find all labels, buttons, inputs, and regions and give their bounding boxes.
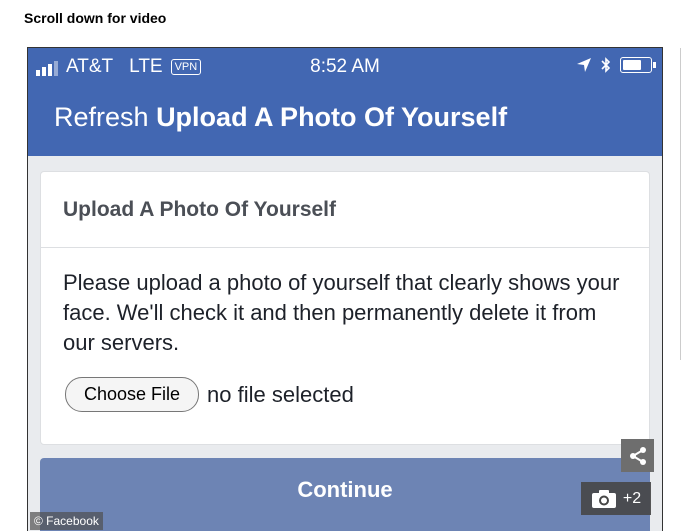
- phone-screenshot: AT&T LTE VPN 8:52 AM Refresh Upload A Ph…: [27, 47, 663, 531]
- video-caption: Scroll down for video: [24, 10, 167, 26]
- camera-icon: [591, 489, 616, 508]
- share-button[interactable]: [621, 439, 654, 472]
- photo-count: +2: [622, 489, 642, 507]
- nav-title: Refresh Upload A Photo Of Yourself: [54, 102, 507, 133]
- status-time: 8:52 AM: [310, 56, 380, 77]
- location-arrow-icon: [577, 58, 591, 72]
- share-icon: [629, 446, 646, 465]
- refresh-button[interactable]: Refresh: [54, 102, 149, 132]
- choose-file-button[interactable]: Choose File: [65, 377, 200, 412]
- status-bar: AT&T LTE VPN 8:52 AM: [28, 56, 662, 80]
- battery-icon: [620, 57, 656, 73]
- page-title: Upload A Photo Of Yourself: [156, 102, 508, 132]
- image-credit: © Facebook: [30, 512, 103, 530]
- card-divider: [41, 247, 649, 248]
- continue-button[interactable]: Continue: [40, 458, 650, 531]
- upload-card: Upload A Photo Of Yourself Please upload…: [40, 171, 650, 445]
- app-header: AT&T LTE VPN 8:52 AM Refresh Upload A Ph…: [28, 48, 662, 156]
- card-instructions: Please upload a photo of yourself that c…: [63, 270, 620, 355]
- card-title: Upload A Photo Of Yourself: [63, 198, 336, 221]
- photo-gallery-button[interactable]: +2: [581, 482, 651, 515]
- file-input-row: Choose File no file selected: [65, 377, 354, 412]
- side-divider: [680, 48, 681, 360]
- file-status-text: no file selected: [207, 381, 354, 407]
- bluetooth-icon: [601, 57, 611, 73]
